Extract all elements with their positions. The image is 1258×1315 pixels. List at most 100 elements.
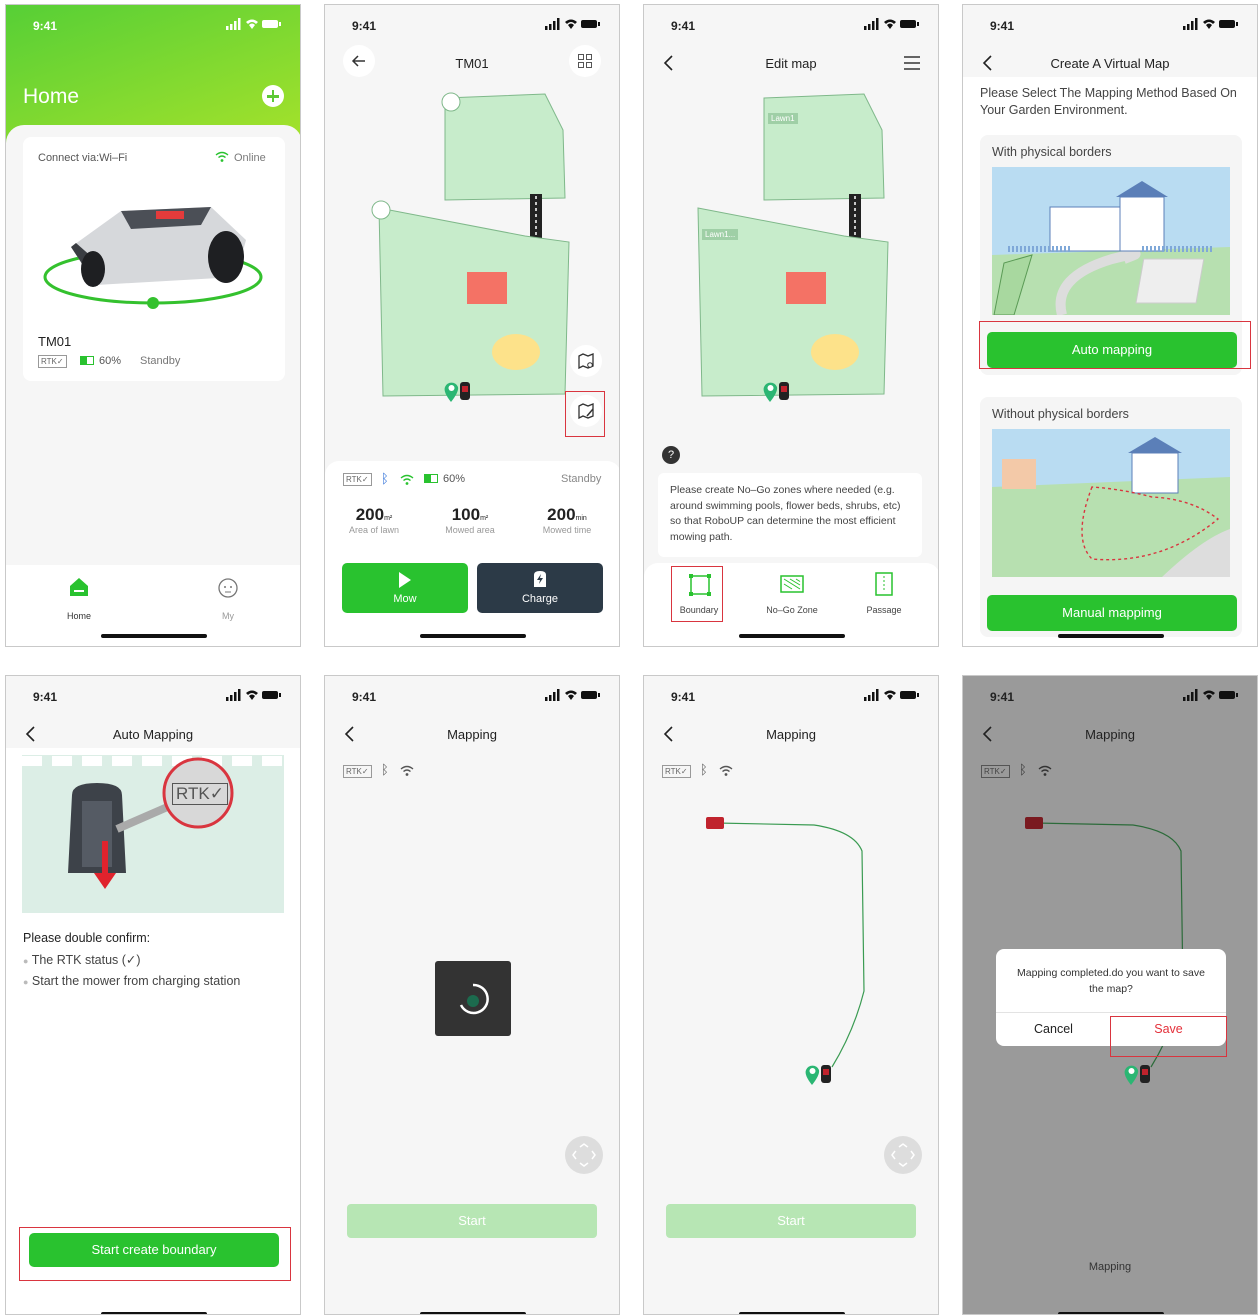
back-icon[interactable] — [20, 723, 42, 745]
page-title: Home — [23, 85, 80, 108]
bluetooth-icon: ᛒ — [1019, 762, 1027, 777]
map-settings-button[interactable] — [570, 345, 602, 377]
back-icon[interactable] — [977, 52, 999, 74]
lawn-label[interactable]: Lawn1 — [768, 113, 798, 124]
back-icon[interactable] — [658, 52, 680, 74]
battery-level: 60% — [99, 355, 122, 367]
state-label: Standby — [561, 473, 602, 485]
cancel-button[interactable]: Cancel — [996, 1013, 1111, 1046]
home-indicator — [739, 634, 845, 638]
confirm-item: ● The RTK status (✓) — [23, 953, 141, 967]
start-button[interactable]: Start — [347, 1204, 597, 1238]
station-marker — [805, 1065, 831, 1085]
charge-station-icon — [534, 571, 546, 587]
status-bar: 9:41 — [6, 676, 300, 716]
menu-icon[interactable] — [904, 56, 920, 70]
online-status: Online — [234, 152, 266, 164]
bluetooth-icon: ᛒ — [700, 762, 708, 777]
page-subtitle: Please Select The Mapping Method Based O… — [980, 86, 1237, 117]
manual-mapping-button[interactable]: Manual mappimg — [987, 595, 1237, 631]
home-icon — [70, 578, 88, 596]
back-icon[interactable] — [658, 723, 680, 745]
option-title: Without physical borders — [992, 407, 1129, 421]
screen-create-virtual-map: 9:41 Create A Virtual Map Please Select … — [962, 4, 1258, 647]
lawn-map — [697, 93, 889, 402]
wifi-icon — [215, 150, 229, 162]
battery-level: 60% — [443, 473, 466, 485]
tab-my[interactable]: My — [203, 575, 253, 623]
signal-icon — [545, 18, 601, 30]
highlight-box — [1110, 1016, 1227, 1057]
rtk-badge: RTK✓ — [343, 473, 372, 486]
tab-home[interactable]: Home — [54, 575, 104, 623]
help-icon[interactable]: ? — [662, 446, 680, 464]
screen-mapping-save: 9:41 Mapping RTK✓ ᛒ Mapping completed.do… — [962, 675, 1258, 1315]
pool-zone — [492, 334, 540, 370]
mapping-trace — [706, 817, 865, 1085]
home-indicator — [1058, 634, 1164, 638]
add-device-button[interactable] — [262, 85, 284, 107]
nogo-zone-icon — [780, 575, 804, 593]
screen-auto-mapping: 9:41 Auto Mapping RTK✓ Please double con… — [5, 675, 301, 1315]
rtk-badge: RTK✓ — [38, 355, 67, 368]
lawn-marker — [371, 200, 391, 220]
rtk-callout: RTK✓ — [172, 783, 228, 805]
home-indicator — [420, 634, 526, 638]
rtk-badge: RTK✓ — [343, 765, 372, 778]
dialog-message: Mapping completed.do you want to save th… — [1017, 967, 1205, 995]
status-bar: 9:41 — [963, 676, 1257, 716]
page-title: Mapping — [447, 727, 497, 742]
help-tooltip: Please create No–Go zones where needed (… — [658, 473, 922, 557]
map-gear-icon — [578, 353, 594, 369]
home-indicator — [101, 634, 207, 638]
bluetooth-icon: ᛒ — [381, 471, 389, 486]
wifi-icon — [400, 765, 414, 776]
highlight-box — [565, 391, 605, 437]
stat-mowed-area: 100m² Mowed area — [445, 505, 495, 535]
signal-icon — [1183, 18, 1239, 30]
boundary-trace — [715, 822, 865, 1068]
garden-open-image — [992, 429, 1230, 577]
direction-pad-icon — [891, 1143, 915, 1167]
joystick-button[interactable] — [565, 1136, 603, 1174]
grid-menu-button[interactable] — [569, 45, 601, 77]
joystick-button[interactable] — [884, 1136, 922, 1174]
confirm-title: Please double confirm: — [23, 931, 151, 945]
device-card[interactable]: Connect via:Wi–Fi Online TM01 RTK✓ 60% S… — [23, 137, 285, 381]
pool-zone — [811, 334, 859, 370]
rtk-badge: RTK✓ — [662, 765, 691, 778]
garden-fenced-image — [992, 167, 1230, 315]
battery-icon — [80, 356, 94, 365]
footer-label: Mapping — [1088, 1261, 1132, 1273]
wifi-icon — [1038, 765, 1052, 776]
charging-station-illustration — [22, 755, 284, 913]
screen-device-map: 9:41 TM01 RTK✓ ᛒ 60% Standby 200m² Area … — [324, 4, 620, 647]
mow-button[interactable]: Mow — [342, 563, 468, 613]
start-button[interactable]: Start — [666, 1204, 916, 1238]
direction-pad-icon — [572, 1143, 596, 1167]
status-bar: 9:41 — [6, 5, 300, 45]
tool-nogo-zone[interactable]: No–Go Zone — [757, 571, 827, 619]
charge-button[interactable]: Charge — [477, 563, 603, 613]
state-label: Standby — [140, 355, 181, 367]
wifi-icon — [400, 474, 414, 485]
lawn-label[interactable]: Lawn1... — [702, 229, 739, 240]
stat-area: 200m² Area of lawn — [348, 505, 400, 535]
back-icon[interactable] — [977, 723, 999, 745]
option-title: With physical borders — [992, 145, 1112, 159]
lawn-map — [371, 92, 570, 402]
page-title: Edit map — [765, 56, 817, 71]
bluetooth-icon: ᛒ — [381, 762, 389, 777]
nogo-zone — [467, 272, 507, 304]
status-bar: 9:41 — [325, 676, 619, 716]
passage-icon — [875, 572, 893, 596]
option-card-no-border[interactable]: Without physical borders Manual mappimg — [980, 397, 1242, 637]
device-name: TM01 — [38, 334, 72, 349]
highlight-box — [979, 321, 1251, 369]
tool-passage[interactable]: Passage — [849, 571, 919, 619]
signal-icon — [1183, 689, 1239, 701]
back-icon[interactable] — [339, 723, 361, 745]
highlight-box — [671, 566, 723, 622]
device-panel: RTK✓ ᛒ 60% Standby 200m² Area of lawn 10… — [325, 461, 619, 646]
signal-icon — [226, 18, 282, 30]
